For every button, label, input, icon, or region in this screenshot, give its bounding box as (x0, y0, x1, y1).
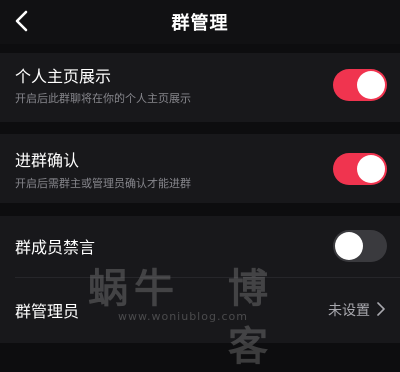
join-confirm-toggle[interactable] (333, 153, 387, 185)
nav-bar: 群管理 (0, 0, 400, 44)
join-confirm-title: 进群确认 (15, 151, 80, 170)
admins-title: 群管理员 (15, 302, 80, 321)
profile-display-toggle[interactable] (333, 69, 387, 101)
join-confirm-description: 开启后需群主或管理员确认才能进群 (15, 177, 191, 190)
admins-row[interactable]: 群管理员 未设置 (0, 278, 400, 338)
chevron-right-icon (377, 302, 385, 316)
member-mute-toggle[interactable] (333, 230, 387, 262)
toggle-knob (357, 71, 385, 99)
section-member-management: 群成员禁言 群管理员 未设置 (0, 216, 400, 343)
admins-value: 未设置 (328, 303, 370, 319)
section-profile-display: 个人主页展示 开启后此群聊将在你的个人主页展示 (0, 53, 400, 122)
profile-display-description: 开启后此群聊将在你的个人主页展示 (15, 92, 191, 105)
section-join-confirm: 进群确认 开启后需群主或管理员确认才能进群 (0, 134, 400, 203)
toggle-knob (335, 232, 363, 260)
page-title: 群管理 (171, 13, 229, 34)
member-mute-row[interactable]: 群成员禁言 (0, 216, 400, 276)
profile-display-title: 个人主页展示 (15, 67, 112, 86)
member-mute-title: 群成员禁言 (15, 238, 96, 257)
toggle-knob (357, 155, 385, 183)
